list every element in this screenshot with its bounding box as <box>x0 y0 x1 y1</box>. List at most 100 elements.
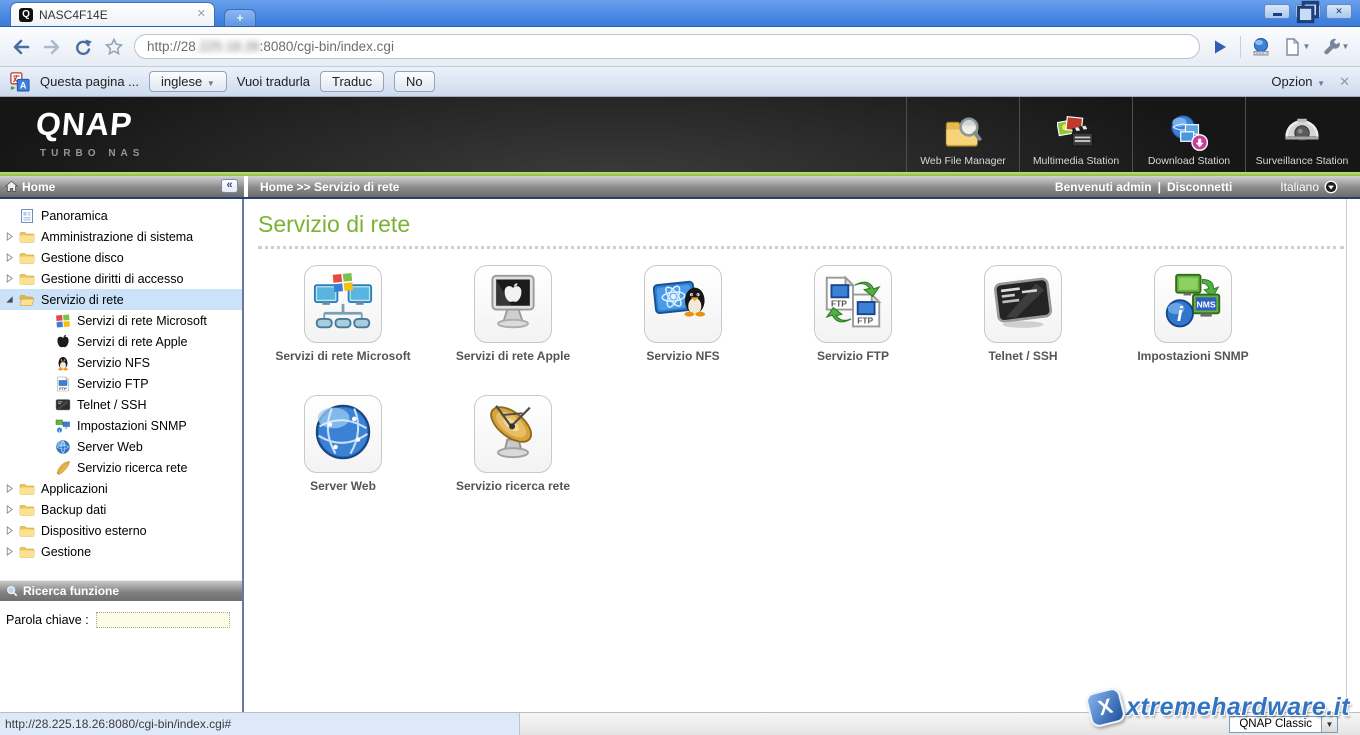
language-dropdown[interactable]: inglese ▼ <box>149 71 227 92</box>
sidebar-item-servizio-di-rete[interactable]: Servizio di rete <box>0 289 242 310</box>
folder-icon <box>18 501 35 518</box>
expand-arrow-icon[interactable] <box>5 274 18 283</box>
sidebar-item-backup-dati[interactable]: Backup dati <box>0 499 242 520</box>
translate-prompt: Vuoi tradurla <box>237 74 310 89</box>
service-item-server-web[interactable]: Server Web <box>258 395 428 493</box>
snmp-icon: i <box>54 417 71 434</box>
expand-arrow-icon[interactable] <box>5 505 18 514</box>
service-item-servizio-nfs[interactable]: Servizio NFS <box>598 265 768 363</box>
sidebar-item-servizio-ricerca-rete[interactable]: Servizio ricerca rete <box>0 457 242 478</box>
download-station-icon <box>1170 108 1208 152</box>
collapse-arrow-icon[interactable] <box>5 295 18 304</box>
service-icon-box: FTPFTP <box>814 265 892 343</box>
folder-icon <box>18 249 35 266</box>
expand-arrow-icon[interactable] <box>5 232 18 241</box>
reload-button[interactable] <box>72 36 94 58</box>
skin-value: QNAP Classic <box>1229 716 1321 733</box>
service-item-telnet-ssh[interactable]: Telnet / SSH <box>938 265 1108 363</box>
microsoft-network-icon <box>313 272 373 337</box>
browser-tab[interactable]: Q NASC4F14E ✕ <box>10 2 215 26</box>
service-item-servizi-di-rete-microsoft[interactable]: Servizi di rete Microsoft <box>258 265 428 363</box>
expand-arrow-icon[interactable] <box>5 253 18 262</box>
service-item-servizio-ftp[interactable]: FTPFTPServizio FTP <box>768 265 938 363</box>
translate-icon: A <box>10 72 30 92</box>
qnap-tagline: TURBO NAS <box>40 148 144 159</box>
new-tab-button[interactable]: + <box>224 9 256 26</box>
search-icon <box>6 585 18 597</box>
language-selector[interactable]: Italiano <box>1280 180 1338 194</box>
main-content: Servizio di rete Servizi di rete Microso… <box>244 199 1347 712</box>
tools-menu-button[interactable]: ▼ <box>1320 36 1350 58</box>
web-server-globe-icon <box>313 402 373 467</box>
logout-link[interactable]: Disconnetti <box>1167 180 1232 194</box>
service-icon-box <box>304 265 382 343</box>
service-icon-box: NMSi <box>1154 265 1232 343</box>
telnet-ssh-icon <box>993 272 1053 332</box>
folder-icon <box>19 271 35 287</box>
bookmark-star-button[interactable] <box>103 36 125 58</box>
no-translate-button[interactable]: No <box>394 71 435 92</box>
sidebar-item-gestione[interactable]: Gestione <box>0 541 242 562</box>
sidebar-header: Home « <box>0 176 244 199</box>
collapse-sidebar-button[interactable]: « <box>221 179 238 193</box>
service-item-servizio-ricerca-rete[interactable]: Servizio ricerca rete <box>428 395 598 493</box>
back-button[interactable] <box>10 36 32 58</box>
linux-icon <box>54 354 71 371</box>
close-button[interactable]: ✕ <box>1326 4 1352 19</box>
qnap-admin-window: Q NASC4F14E ✕ + ✕ http://28.225.18.26:80… <box>0 0 1360 735</box>
sidebar-item-servizio-nfs[interactable]: Servizio NFS <box>0 352 242 373</box>
translate-button[interactable]: Traduc <box>320 71 384 92</box>
sidebar-item-servizio-ftp[interactable]: FTPServizio FTP <box>0 373 242 394</box>
keyword-input[interactable] <box>96 612 230 628</box>
multimedia-station-icon <box>1057 114 1095 152</box>
extension-button[interactable] <box>1250 36 1272 58</box>
browser-titlebar: Q NASC4F14E ✕ + ✕ <box>0 0 1360 27</box>
expand-arrow-icon[interactable] <box>5 484 18 493</box>
star-icon <box>104 37 124 57</box>
go-button[interactable] <box>1209 36 1231 58</box>
svg-text:NMS: NMS <box>1197 299 1216 309</box>
skin-dropdown-icon[interactable]: ▼ <box>1321 716 1338 733</box>
expand-arrow-icon[interactable] <box>5 526 18 535</box>
telnet-icon <box>54 396 71 413</box>
windows-icon <box>55 313 71 329</box>
restore-button[interactable] <box>1295 4 1321 19</box>
forward-button[interactable] <box>41 36 63 58</box>
station-web-file-manager[interactable]: Web File Manager <box>906 97 1019 172</box>
sidebar-item-impostazioni-snmp[interactable]: iImpostazioni SNMP <box>0 415 242 436</box>
sidebar-item-dispositivo-esterno[interactable]: Dispositivo esterno <box>0 520 242 541</box>
web-server-globe-icon <box>313 402 373 462</box>
sidebar-item-servizi-di-rete-microsoft[interactable]: Servizi di rete Microsoft <box>0 310 242 331</box>
status-url: http://28.225.18.26:8080/cgi-bin/index.c… <box>0 713 520 735</box>
station-surveillance-station[interactable]: Surveillance Station <box>1245 97 1358 172</box>
microsoft-network-icon <box>313 272 373 332</box>
options-dropdown[interactable]: Opzion ▼ <box>1271 74 1325 89</box>
page-menu-button[interactable]: ▼ <box>1281 36 1311 58</box>
minimize-button[interactable] <box>1264 4 1290 19</box>
telnet-ssh-icon <box>993 272 1053 337</box>
infobar-close-icon[interactable]: ✕ <box>1339 74 1350 90</box>
sidebar-item-telnet-ssh[interactable]: Telnet / SSH <box>0 394 242 415</box>
address-bar[interactable]: http://28.225.18.26:8080/cgi-bin/index.c… <box>134 34 1200 59</box>
search-panel-title: Ricerca funzione <box>23 584 119 598</box>
expand-arrow-icon[interactable] <box>5 547 18 556</box>
sidebar-item-gestione-diritti-di-accesso[interactable]: Gestione diritti di accesso <box>0 268 242 289</box>
service-item-servizi-di-rete-apple[interactable]: Servizi di rete Apple <box>428 265 598 363</box>
sidebar-item-servizi-di-rete-apple[interactable]: Servizi di rete Apple <box>0 331 242 352</box>
sidebar-item-applicazioni[interactable]: Applicazioni <box>0 478 242 499</box>
sidebar-item-server-web[interactable]: Server Web <box>0 436 242 457</box>
page-title: Servizio di rete <box>258 211 1346 238</box>
ftp-service-icon: FTPFTP <box>823 272 883 337</box>
ftp-icon: FTP <box>55 376 71 392</box>
tab-close-icon[interactable]: ✕ <box>197 9 206 20</box>
station-multimedia-station[interactable]: Multimedia Station <box>1019 97 1132 172</box>
service-item-impostazioni-snmp[interactable]: NMSiImpostazioni SNMP <box>1108 265 1278 363</box>
page-icon <box>1282 37 1302 57</box>
expand-arrow-icon <box>5 526 14 535</box>
sidebar-item-amministrazione-di-sistema[interactable]: Amministrazione di sistema <box>0 226 242 247</box>
station-download-station[interactable]: Download Station <box>1132 97 1245 172</box>
sidebar-item-gestione-disco[interactable]: Gestione disco <box>0 247 242 268</box>
skin-selector[interactable]: QNAP Classic ▼ <box>1229 716 1338 733</box>
sidebar-item-panoramica[interactable]: Panoramica <box>0 205 242 226</box>
expand-arrow-icon <box>5 274 14 283</box>
